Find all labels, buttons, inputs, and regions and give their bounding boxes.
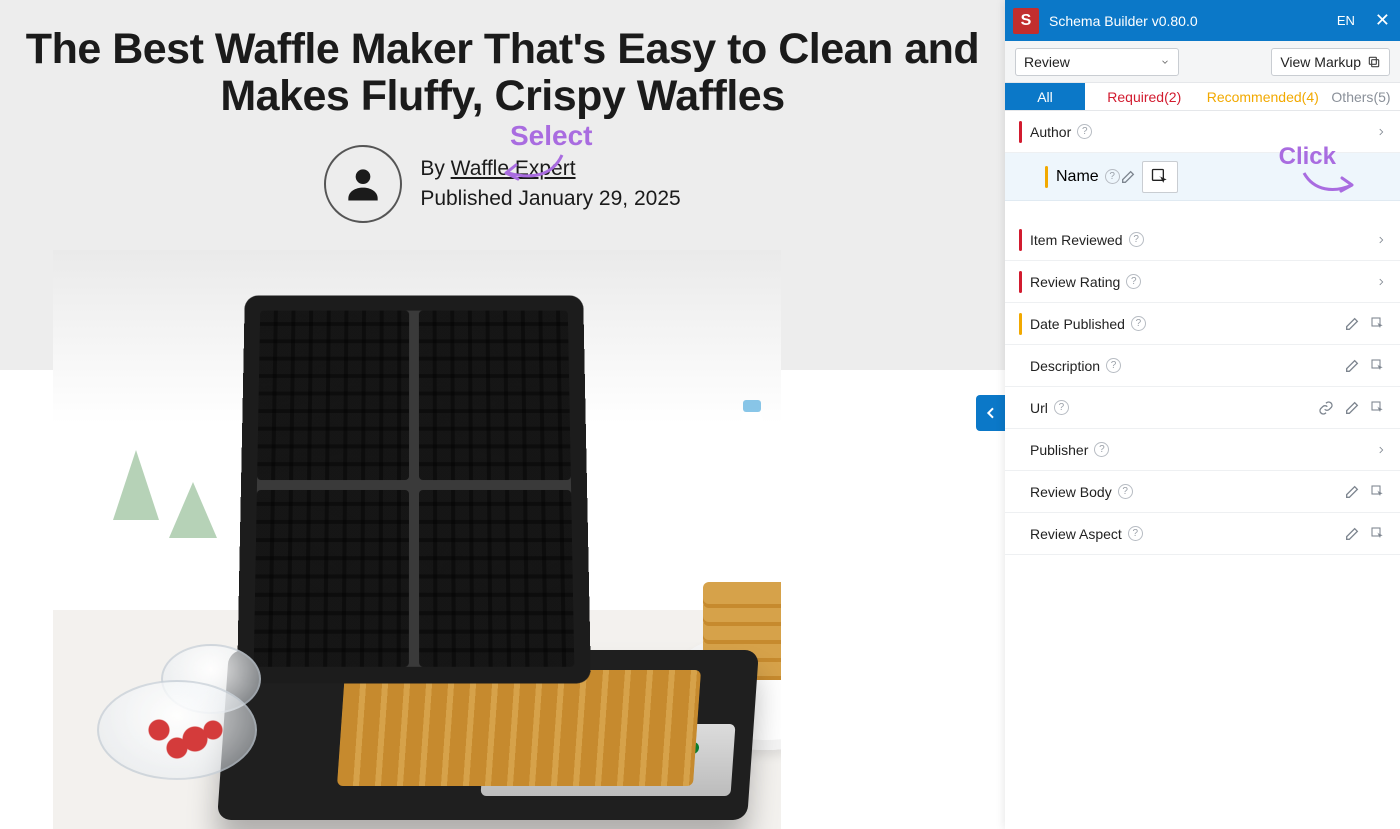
cursor-select-icon xyxy=(1150,167,1170,187)
author-link[interactable]: Waffle Expert xyxy=(451,157,576,180)
published-date: January 29, 2025 xyxy=(518,187,680,210)
tab-recommended[interactable]: Recommended(4) xyxy=(1204,83,1323,110)
field-description-label: Description xyxy=(1030,358,1100,374)
filter-tabs: All Required(2) Recommended(4) Others(5) xyxy=(1005,83,1400,111)
field-url[interactable]: Url ? xyxy=(1005,387,1400,429)
help-icon[interactable]: ? xyxy=(1129,232,1144,247)
byline-text: By Waffle Expert Published January 29, 2… xyxy=(420,154,680,213)
person-icon xyxy=(341,162,385,206)
tab-required-count: 2 xyxy=(1169,89,1177,105)
status-bar-required xyxy=(1019,271,1022,293)
field-date-published[interactable]: Date Published ? xyxy=(1005,303,1400,345)
published-prefix: Published xyxy=(420,187,518,210)
panel-collapse-toggle[interactable] xyxy=(976,395,1006,431)
panel-titlebar: S Schema Builder v0.80.0 EN ✕ xyxy=(1005,0,1400,41)
field-review-rating-label: Review Rating xyxy=(1030,274,1120,290)
field-review-body[interactable]: Review Body ? xyxy=(1005,471,1400,513)
annotation-click-arrow-icon xyxy=(1300,169,1360,199)
element-picker-button[interactable] xyxy=(1142,161,1178,193)
edit-icon[interactable] xyxy=(1344,358,1360,374)
field-item-reviewed-label: Item Reviewed xyxy=(1030,232,1123,248)
picker-icon[interactable] xyxy=(1370,316,1386,332)
close-button[interactable]: ✕ xyxy=(1375,10,1390,31)
tab-required-label: Required xyxy=(1107,89,1164,105)
schema-type-value: Review xyxy=(1024,54,1070,70)
field-review-aspect-label: Review Aspect xyxy=(1030,526,1122,542)
status-bar-required xyxy=(1019,229,1022,251)
status-bar-required xyxy=(1019,121,1022,143)
field-review-rating[interactable]: Review Rating ? xyxy=(1005,261,1400,303)
article-area: The Best Waffle Maker That's Easy to Cle… xyxy=(0,0,1005,829)
status-bar-recommended xyxy=(1045,166,1048,188)
tab-recommended-label: Recommended xyxy=(1207,89,1302,105)
tab-others[interactable]: Others(5) xyxy=(1322,83,1400,110)
field-description[interactable]: Description ? xyxy=(1005,345,1400,387)
edit-icon[interactable] xyxy=(1344,400,1360,416)
edit-icon[interactable] xyxy=(1120,169,1136,185)
help-icon[interactable]: ? xyxy=(1077,124,1092,139)
edit-icon[interactable] xyxy=(1344,526,1360,542)
byline-prefix: By xyxy=(420,157,450,180)
chevron-down-icon xyxy=(1160,57,1170,67)
picker-icon[interactable] xyxy=(1370,484,1386,500)
field-author-label: Author xyxy=(1030,124,1071,140)
picker-icon[interactable] xyxy=(1370,526,1386,542)
field-author-name[interactable]: Name ? Click xyxy=(1005,153,1400,201)
field-url-label: Url xyxy=(1030,400,1048,416)
help-icon[interactable]: ? xyxy=(1118,484,1133,499)
help-icon[interactable]: ? xyxy=(1054,400,1069,415)
help-icon[interactable]: ? xyxy=(1128,526,1143,541)
field-item-reviewed[interactable]: Item Reviewed ? xyxy=(1005,219,1400,261)
picker-icon[interactable] xyxy=(1370,400,1386,416)
field-review-aspect[interactable]: Review Aspect ? xyxy=(1005,513,1400,555)
status-bar-recommended xyxy=(1019,313,1022,335)
tab-others-count: 5 xyxy=(1378,89,1386,105)
help-icon[interactable]: ? xyxy=(1131,316,1146,331)
chevron-left-icon xyxy=(983,405,999,421)
chevron-right-icon xyxy=(1376,125,1386,139)
article-inner: The Best Waffle Maker That's Easy to Cle… xyxy=(0,0,1005,223)
link-icon[interactable] xyxy=(1318,400,1334,416)
field-author-name-label: Name xyxy=(1056,168,1099,186)
chevron-right-icon xyxy=(1376,443,1386,457)
help-icon[interactable]: ? xyxy=(1106,358,1121,373)
field-publisher-label: Publisher xyxy=(1030,442,1088,458)
schema-type-select[interactable]: Review xyxy=(1015,48,1179,76)
language-toggle[interactable]: EN xyxy=(1337,13,1355,28)
edit-icon[interactable] xyxy=(1344,316,1360,332)
author-avatar xyxy=(324,145,402,223)
panel-toolbar: Review View Markup xyxy=(1005,41,1400,83)
field-review-body-label: Review Body xyxy=(1030,484,1112,500)
copy-icon xyxy=(1367,55,1381,69)
field-author[interactable]: Author ? xyxy=(1005,111,1400,153)
tab-others-label: Others xyxy=(1331,89,1373,105)
tab-all[interactable]: All xyxy=(1005,83,1085,110)
view-markup-label: View Markup xyxy=(1280,54,1361,70)
help-icon[interactable]: ? xyxy=(1094,442,1109,457)
tab-required[interactable]: Required(2) xyxy=(1085,83,1204,110)
view-markup-button[interactable]: View Markup xyxy=(1271,48,1390,76)
app-logo: S xyxy=(1013,8,1039,34)
chevron-right-icon xyxy=(1376,275,1386,289)
help-icon[interactable]: ? xyxy=(1105,169,1120,184)
annotation-click-label: Click xyxy=(1279,143,1336,171)
field-date-published-label: Date Published xyxy=(1030,316,1125,332)
annotation-select-label: Select xyxy=(510,120,593,152)
tab-recommended-count: 4 xyxy=(1306,89,1314,105)
edit-icon[interactable] xyxy=(1344,484,1360,500)
article-title: The Best Waffle Maker That's Easy to Cle… xyxy=(0,26,1005,121)
field-publisher[interactable]: Publisher ? xyxy=(1005,429,1400,471)
chevron-right-icon xyxy=(1376,233,1386,247)
schema-builder-panel: S Schema Builder v0.80.0 EN ✕ Review Vie… xyxy=(1005,0,1400,829)
fields-list: Author ? Name ? Click xyxy=(1005,111,1400,829)
picker-icon[interactable] xyxy=(1370,358,1386,374)
help-icon[interactable]: ? xyxy=(1126,274,1141,289)
panel-title: Schema Builder v0.80.0 xyxy=(1049,13,1198,29)
product-image xyxy=(53,250,781,829)
byline: By Waffle Expert Published January 29, 2… xyxy=(324,145,680,223)
